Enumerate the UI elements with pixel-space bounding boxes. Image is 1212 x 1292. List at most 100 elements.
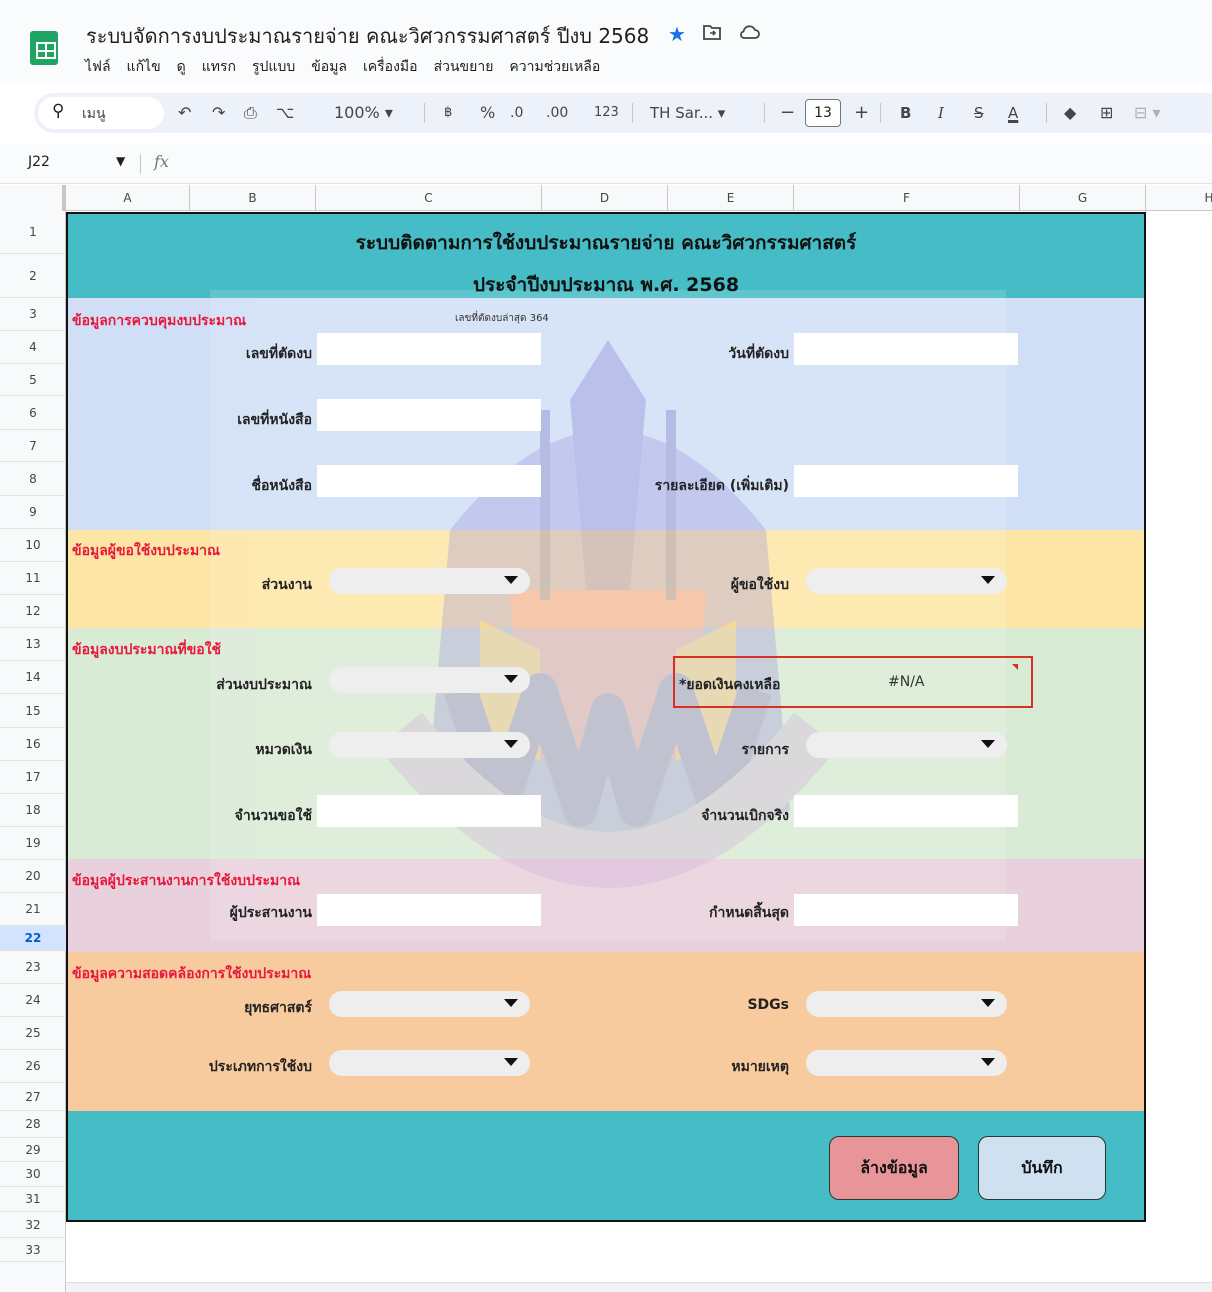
font-size-decrease-button[interactable]: − — [780, 93, 795, 133]
row-header[interactable]: 23 — [0, 951, 66, 984]
row-header[interactable]: 30 — [0, 1162, 66, 1187]
row-header[interactable]: 3 — [0, 298, 66, 331]
italic-button[interactable]: I — [938, 93, 944, 133]
budget-part-dropdown[interactable] — [329, 667, 530, 693]
row-header[interactable]: 18 — [0, 794, 66, 827]
save-button[interactable]: บันทึก — [978, 1136, 1106, 1200]
cut-date-field[interactable] — [794, 333, 1018, 365]
menu-data[interactable]: ข้อมูล — [310, 54, 348, 80]
row-header[interactable]: 1 — [0, 211, 66, 254]
chevron-down-icon[interactable]: ▼ — [116, 154, 125, 168]
row-header[interactable]: 21 — [0, 893, 66, 926]
usage-type-dropdown[interactable] — [329, 1050, 530, 1076]
row-header[interactable]: 20 — [0, 860, 66, 893]
cut-number-field[interactable] — [317, 333, 541, 365]
bold-button[interactable]: B — [900, 93, 911, 133]
zoom-select[interactable]: 100% ▾ — [334, 93, 393, 133]
cloud-status-icon[interactable] — [738, 24, 760, 45]
row-header[interactable]: 17 — [0, 761, 66, 794]
column-header-h[interactable]: H — [1146, 185, 1212, 211]
row-header[interactable]: 14 — [0, 661, 66, 694]
column-header-a[interactable]: A — [66, 185, 190, 211]
sheets-logo-icon[interactable] — [30, 31, 58, 65]
row-header[interactable]: 22 — [0, 926, 66, 951]
deadline-field[interactable] — [794, 894, 1018, 926]
font-size-input[interactable]: 13 — [805, 99, 841, 127]
money-category-dropdown[interactable] — [329, 732, 530, 758]
row-header[interactable]: 19 — [0, 827, 66, 860]
column-header-c[interactable]: C — [316, 185, 542, 211]
row-header[interactable]: 2 — [0, 254, 66, 298]
requester-dropdown[interactable] — [806, 568, 1007, 594]
currency-format-button[interactable]: ฿ — [444, 93, 452, 133]
row-header[interactable]: 10 — [0, 529, 66, 562]
row-header[interactable]: 32 — [0, 1212, 66, 1238]
row-header[interactable]: 29 — [0, 1138, 66, 1162]
decrease-decimal-button[interactable]: .0 — [510, 93, 523, 133]
row-header[interactable]: 27 — [0, 1083, 66, 1111]
row-header[interactable]: 28 — [0, 1111, 66, 1138]
menu-file[interactable]: ไฟล์ — [84, 54, 112, 80]
fill-color-icon[interactable]: ◆ — [1064, 93, 1076, 133]
row-header[interactable]: 6 — [0, 396, 66, 430]
column-header-e[interactable]: E — [668, 185, 794, 211]
coordinator-field[interactable] — [317, 894, 541, 926]
request-amount-field[interactable] — [317, 795, 541, 827]
column-header-b[interactable]: B — [190, 185, 316, 211]
letter-number-field[interactable] — [317, 399, 541, 431]
row-header[interactable]: 8 — [0, 462, 66, 496]
strategy-dropdown[interactable] — [329, 991, 530, 1017]
actual-amount-field[interactable] — [794, 795, 1018, 827]
menu-extensions[interactable]: ส่วนขยาย — [433, 54, 495, 80]
select-all-corner[interactable] — [0, 185, 66, 211]
star-icon[interactable]: ★ — [668, 22, 686, 46]
document-title[interactable]: ระบบจัดการงบประมาณรายจ่าย คณะวิศวกรรมศาส… — [86, 20, 649, 52]
name-box[interactable]: J22 — [28, 154, 50, 170]
font-size-increase-button[interactable]: + — [854, 93, 869, 133]
print-icon[interactable]: ⎙ — [244, 93, 257, 133]
row-header[interactable]: 24 — [0, 984, 66, 1017]
menu-help[interactable]: ความช่วยเหลือ — [508, 54, 601, 80]
redo-icon[interactable]: ↷ — [212, 93, 225, 133]
item-dropdown[interactable] — [806, 732, 1007, 758]
text-color-button[interactable]: A — [1008, 93, 1018, 133]
row-header[interactable]: 11 — [0, 562, 66, 595]
menu-insert[interactable]: แทรก — [201, 54, 237, 80]
row-header[interactable]: 16 — [0, 728, 66, 761]
row-header[interactable]: 5 — [0, 364, 66, 396]
percent-format-button[interactable]: % — [480, 93, 495, 133]
row-header[interactable]: 4 — [0, 331, 66, 364]
move-folder-icon[interactable] — [702, 23, 722, 46]
more-formats-button[interactable]: 123 — [594, 93, 619, 133]
row-header[interactable]: 25 — [0, 1017, 66, 1050]
comment-indicator-icon[interactable] — [1012, 664, 1018, 670]
details-field[interactable] — [794, 465, 1018, 497]
row-header[interactable]: 15 — [0, 694, 66, 728]
horizontal-scrollbar[interactable] — [66, 1282, 1212, 1292]
clear-data-button[interactable]: ล้างข้อมูล — [829, 1136, 959, 1200]
row-header[interactable]: 33 — [0, 1238, 66, 1262]
menu-tools[interactable]: เครื่องมือ — [362, 54, 419, 80]
strikethrough-button[interactable]: S — [974, 93, 984, 133]
column-header-f[interactable]: F — [794, 185, 1020, 211]
row-header[interactable]: 31 — [0, 1187, 66, 1212]
letter-name-field[interactable] — [317, 465, 541, 497]
merge-cells-icon[interactable]: ⊟ ▾ — [1134, 93, 1161, 133]
sdgs-dropdown[interactable] — [806, 991, 1007, 1017]
row-header[interactable]: 12 — [0, 595, 66, 628]
menu-format[interactable]: รูปแบบ — [251, 54, 296, 80]
menu-edit[interactable]: แก้ไข — [126, 54, 162, 80]
note-dropdown[interactable] — [806, 1050, 1007, 1076]
row-header[interactable]: 13 — [0, 628, 66, 661]
menu-search[interactable]: ⚲ เมนู — [38, 97, 164, 129]
font-select[interactable]: TH Sar... ▾ — [650, 93, 725, 133]
unit-dropdown[interactable] — [329, 568, 530, 594]
undo-icon[interactable]: ↶ — [178, 93, 191, 133]
increase-decimal-button[interactable]: .00 — [546, 93, 568, 133]
row-header[interactable]: 9 — [0, 496, 66, 529]
borders-icon[interactable]: ⊞ — [1100, 93, 1113, 133]
menu-view[interactable]: ดู — [176, 54, 187, 80]
column-header-g[interactable]: G — [1020, 185, 1146, 211]
row-header[interactable]: 26 — [0, 1050, 66, 1083]
row-header[interactable]: 7 — [0, 430, 66, 462]
